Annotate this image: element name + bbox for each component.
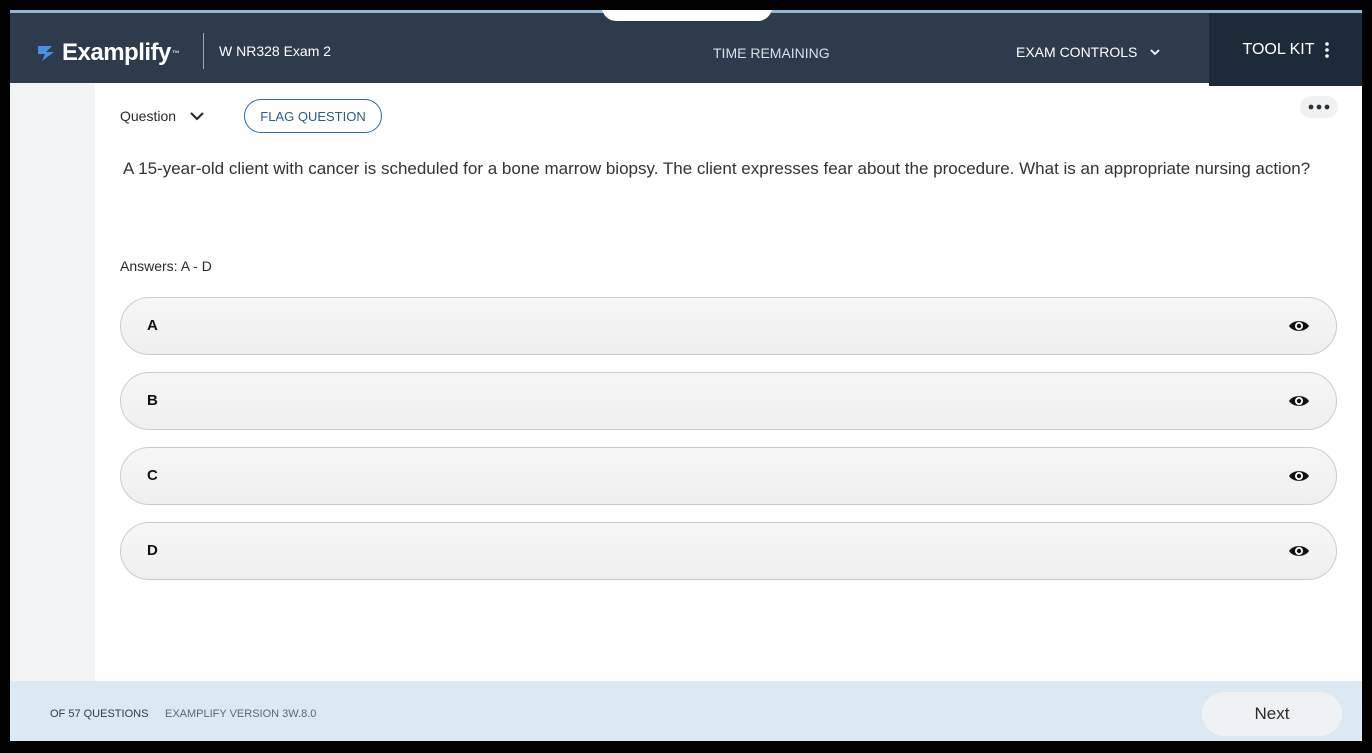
eye-icon[interactable] bbox=[1288, 318, 1310, 334]
next-button[interactable]: Next bbox=[1202, 692, 1342, 736]
examplify-logo-icon bbox=[38, 46, 54, 61]
question-count: OF 57 QUESTIONS bbox=[50, 708, 149, 720]
answer-letter: C bbox=[147, 467, 158, 484]
logo-text: Examplify bbox=[62, 39, 171, 66]
question-stem: A 15-year-old client with cancer is sche… bbox=[123, 159, 1311, 178]
examplify-logo: Examplify ™ bbox=[36, 39, 180, 67]
answer-option-a[interactable]: A bbox=[120, 297, 1337, 355]
flag-question-button[interactable]: FLAG QUESTION bbox=[244, 99, 382, 133]
answer-letter: D bbox=[147, 542, 158, 559]
header-divider bbox=[203, 33, 204, 69]
eye-icon[interactable] bbox=[1288, 543, 1310, 559]
answer-letter: B bbox=[147, 392, 158, 409]
toolkit-label: TOOL KIT bbox=[1242, 40, 1315, 58]
answer-letter: A bbox=[147, 317, 158, 334]
top-bar: Examplify ™ W NR328 Exam 2 TIME REMAININ… bbox=[10, 10, 1362, 86]
answer-option-c[interactable]: C bbox=[120, 447, 1337, 505]
footer-bar: OF 57 QUESTIONS EXAMPLIFY VERSION 3W.8.0… bbox=[10, 681, 1362, 741]
trademark-mark: ™ bbox=[171, 48, 180, 58]
more-horizontal-icon bbox=[1308, 104, 1330, 110]
question-label: Question bbox=[120, 108, 177, 124]
left-gutter bbox=[10, 83, 95, 681]
answers-label: Answers: A - D bbox=[120, 258, 212, 274]
exam-controls-button[interactable]: EXAM CONTROLS bbox=[1016, 44, 1161, 60]
kebab-menu-icon bbox=[1324, 41, 1329, 58]
eye-icon[interactable] bbox=[1288, 393, 1310, 409]
chevron-down-icon bbox=[190, 112, 204, 121]
toolkit-button[interactable]: TOOL KIT bbox=[1209, 13, 1362, 86]
time-remaining-label[interactable]: TIME REMAINING bbox=[713, 45, 830, 61]
exam-title: W NR328 Exam 2 bbox=[219, 43, 332, 59]
answer-option-d[interactable]: D bbox=[120, 522, 1337, 580]
chevron-down-icon bbox=[1150, 49, 1160, 56]
exam-window: Examplify ™ W NR328 Exam 2 TIME REMAININ… bbox=[10, 10, 1362, 741]
question-selector[interactable]: Question bbox=[120, 108, 204, 124]
camera-notch bbox=[602, 10, 772, 21]
exam-controls-label: EXAM CONTROLS bbox=[1016, 44, 1138, 60]
app-version: EXAMPLIFY VERSION 3W.8.0 bbox=[165, 708, 317, 720]
more-options-button[interactable] bbox=[1300, 96, 1338, 118]
answer-option-b[interactable]: B bbox=[120, 372, 1337, 430]
eye-icon[interactable] bbox=[1288, 468, 1310, 484]
